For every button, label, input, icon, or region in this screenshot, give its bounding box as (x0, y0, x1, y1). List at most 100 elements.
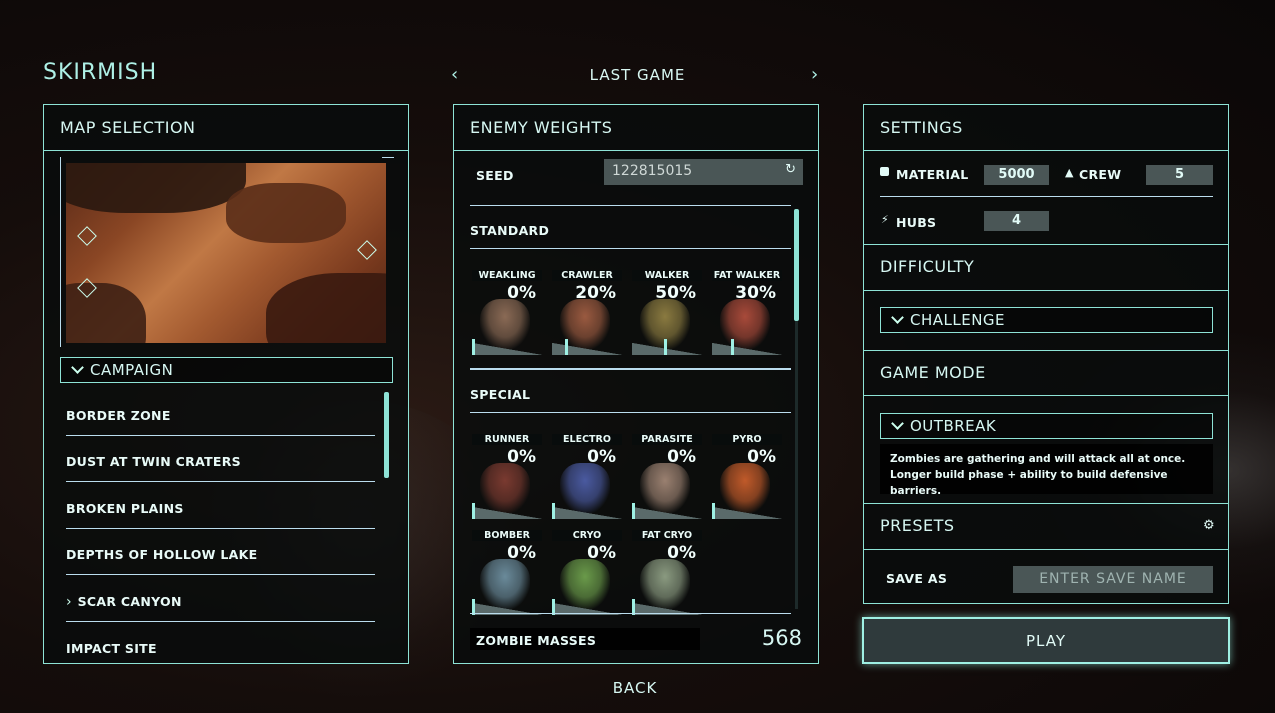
enemy-card[interactable]: PARASITE 0% (632, 434, 702, 519)
map-preview[interactable] (66, 163, 386, 343)
map-selection-title: MAP SELECTION (44, 105, 408, 151)
zombie-masses-value: 568 (761, 626, 802, 650)
chevron-left-icon[interactable]: ‹ (451, 64, 458, 85)
enemy-weight-slider-handle[interactable] (712, 503, 715, 519)
save-as-label: SAVE AS (886, 571, 948, 586)
enemy-weight-value: 50% (655, 283, 696, 303)
enemy-card[interactable]: WALKER 50% (632, 270, 702, 355)
crew-icon: ▲ (1065, 166, 1074, 179)
game-mode-dropdown[interactable]: OUTBREAK (880, 413, 1213, 439)
refresh-icon[interactable]: ↻ (785, 162, 796, 177)
enemy-weight-slider[interactable] (552, 507, 622, 519)
map-selection-panel: MAP SELECTION CAMPAIGN BORDER ZONE DUST … (43, 104, 409, 664)
enemy-weight-slider-handle[interactable] (632, 503, 635, 519)
page-title: SKIRMISH (43, 60, 158, 85)
divider (864, 290, 1228, 291)
map-list-item-selected[interactable]: › SCAR CANYON (66, 576, 375, 622)
crew-field[interactable]: 5 (1146, 165, 1213, 185)
enemy-card[interactable]: FAT WALKER 30% (712, 270, 782, 355)
enemy-card[interactable]: CRAWLER 20% (552, 270, 622, 355)
difficulty-value: CHALLENGE (910, 311, 1006, 329)
map-frame-line (382, 157, 394, 158)
enemy-name: WEAKLING (472, 270, 542, 281)
enemy-card[interactable]: PYRO 0% (712, 434, 782, 519)
enemy-weight-value: 0% (507, 283, 536, 303)
enemy-weight-slider[interactable] (632, 507, 702, 519)
enemy-weight-slider-handle[interactable] (731, 339, 734, 355)
material-field[interactable]: 5000 (984, 165, 1049, 185)
standard-section-header: STANDARD (470, 205, 791, 249)
enemy-weight-value: 0% (507, 447, 536, 467)
difficulty-dropdown[interactable]: CHALLENGE (880, 307, 1213, 333)
enemy-weight-value: 0% (587, 447, 616, 467)
enemy-card[interactable]: CRYO 0% (552, 530, 622, 615)
enemy-card[interactable]: FAT CRYO 0% (632, 530, 702, 615)
enemy-name: BOMBER (472, 530, 542, 541)
zombie-portrait (640, 463, 690, 513)
enemy-card[interactable]: ELECTRO 0% (552, 434, 622, 519)
settings-panel: SETTINGS MATERIAL 5000 ▲ CREW 5 ⚡ HUBS 4… (863, 104, 1229, 604)
zombie-portrait (480, 559, 530, 609)
enemy-name: CRYO (552, 530, 622, 541)
zombie-portrait (560, 463, 610, 513)
enemy-weight-slider[interactable] (712, 507, 782, 519)
crew-label: CREW (1079, 167, 1122, 182)
game-mode-title: GAME MODE (880, 363, 986, 382)
zombie-portrait (640, 559, 690, 609)
settings-title: SETTINGS (864, 105, 1228, 151)
preset-selector-label: LAST GAME (589, 66, 686, 84)
enemy-weight-slider[interactable] (472, 507, 542, 519)
hubs-label: HUBS (896, 215, 937, 230)
enemy-card[interactable]: RUNNER 0% (472, 434, 542, 519)
map-category-dropdown[interactable]: CAMPAIGN (60, 357, 393, 383)
enemy-weight-slider[interactable] (712, 343, 782, 355)
enemy-weight-slider-handle[interactable] (552, 503, 555, 519)
hubs-field[interactable]: 4 (984, 211, 1049, 231)
game-mode-description: Zombies are gathering and will attack al… (880, 444, 1213, 497)
special-section-label: SPECIAL (470, 387, 531, 402)
save-name-input[interactable]: ENTER SAVE NAME (1013, 566, 1213, 593)
enemy-weight-value: 0% (747, 447, 776, 467)
standard-section-label: STANDARD (470, 223, 550, 238)
seed-input[interactable]: 122815015 ↻ (604, 159, 803, 185)
map-list-scrollbar[interactable] (384, 392, 389, 478)
enemy-weight-value: 0% (667, 543, 696, 563)
enemy-weight-slider[interactable] (552, 343, 622, 355)
back-button[interactable]: BACK (595, 679, 675, 697)
enemy-weight-slider[interactable] (632, 343, 702, 355)
seed-label: SEED (476, 168, 514, 183)
enemy-weight-slider-handle[interactable] (664, 339, 667, 355)
map-list-item[interactable]: DEPTHS OF HOLLOW LAKE (66, 529, 375, 575)
enemy-weight-slider[interactable] (472, 343, 542, 355)
enemy-name: RUNNER (472, 434, 542, 445)
enemy-weights-panel: ENEMY WEIGHTS SEED 122815015 ↻ STANDARD … (453, 104, 819, 664)
presets-title: PRESETS (880, 516, 955, 535)
enemy-name: WALKER (632, 270, 702, 281)
map-list-item[interactable]: DUST AT TWIN CRATERS (66, 436, 375, 482)
map-list-item[interactable]: BROKEN PLAINS (66, 483, 375, 529)
material-label: MATERIAL (896, 167, 969, 182)
enemy-card[interactable]: WEAKLING 0% (472, 270, 542, 355)
seed-value: 122815015 (612, 163, 693, 179)
zombie-masses-label: ZOMBIE MASSES (476, 633, 597, 648)
enemy-weight-value: 20% (575, 283, 616, 303)
divider (864, 503, 1228, 504)
enemy-name: FAT WALKER (712, 270, 782, 281)
divider (864, 395, 1228, 396)
map-list-item[interactable]: IMPACT SITE (66, 623, 375, 669)
chevron-right-icon[interactable]: › (811, 64, 818, 85)
play-button[interactable]: PLAY (862, 617, 1230, 664)
divider (864, 549, 1228, 550)
enemy-list-scrollbar[interactable] (794, 209, 799, 321)
lightning-icon: ⚡ (881, 213, 889, 226)
map-category-label: CAMPAIGN (90, 361, 174, 379)
enemy-card[interactable]: BOMBER 0% (472, 530, 542, 615)
enemy-weight-value: 0% (667, 447, 696, 467)
map-name: IMPACT SITE (66, 641, 157, 656)
enemy-weight-slider-handle[interactable] (565, 339, 568, 355)
gear-icon[interactable]: ⚙ (1203, 518, 1215, 533)
map-terrain (266, 273, 386, 343)
map-list-item[interactable]: BORDER ZONE (66, 390, 375, 436)
enemy-weight-slider-handle[interactable] (472, 503, 475, 519)
enemy-weight-slider-handle[interactable] (472, 339, 475, 355)
